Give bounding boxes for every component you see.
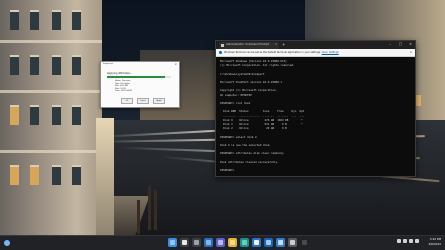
ok-button[interactable]: OK [121,98,133,104]
chevron-up-icon[interactable] [397,239,401,243]
start-icon[interactable] [168,238,177,247]
terminal-icon[interactable] [300,238,309,247]
taskbar-pinned-apps [168,238,309,247]
edge-icon-glyph [242,240,247,245]
minimize-button[interactable]: – [389,42,391,47]
mail-icon-glyph [266,240,271,245]
start-icon-glyph [170,240,175,245]
dialog-progress-bar [107,76,171,78]
clock[interactable]: 3:42 PM 4/8/2022 [428,237,441,247]
terminal-window: Administrator: Command Prompt × + – □ × … [215,40,416,177]
battery-icon[interactable] [415,239,419,243]
edge-icon[interactable] [240,238,249,247]
store-icon-glyph [254,240,259,245]
terminal-line: DISKPART> [220,169,236,173]
volume-icon[interactable] [409,239,413,243]
search-icon-glyph [182,240,187,245]
cmd-icon [221,44,224,47]
widgets-icon[interactable] [204,238,213,247]
terminal-titlebar[interactable]: Administrator: Command Prompt × + – □ × [216,41,415,49]
dialog-title: Properties [103,63,114,65]
file-explorer-icon[interactable] [228,238,237,247]
new-tab-button[interactable]: + [282,42,285,47]
store-icon[interactable] [252,238,261,247]
terminal-tab[interactable]: Administrator: Command Prompt × [219,42,279,49]
photos-icon[interactable] [276,238,285,247]
wallpaper-left-building [0,0,102,236]
search-icon[interactable] [180,238,189,247]
info-icon [219,51,222,54]
dialog-heading: Applying attributes... [107,72,133,75]
taskbar: 3:42 PM 4/8/2022 [0,235,445,250]
task-view-icon[interactable] [192,238,201,247]
wallpaper-arch [96,118,114,236]
task-view-icon-glyph [194,240,199,245]
settings-icon-glyph [290,240,295,245]
default-terminal-banner: Windows Terminal can be set as the defau… [216,49,415,57]
dialog-detail-row: Date: 2022-04-08 [115,90,132,93]
maximize-button[interactable]: □ [399,42,402,47]
banner-text: Windows Terminal can be set as the defau… [224,51,321,54]
system-tray [397,239,419,243]
terminal-tab-label: Administrator: Command Prompt [226,43,269,46]
tab-close-icon[interactable]: × [275,43,277,46]
wifi-icon[interactable] [403,239,407,243]
chat-icon[interactable] [216,238,225,247]
settings-icon[interactable] [288,238,297,247]
open-settings-link[interactable]: Open Settings [322,51,339,54]
apply-button[interactable]: Apply [153,98,165,104]
mail-icon[interactable] [264,238,273,247]
banner-close-icon[interactable]: × [409,50,412,54]
file-explorer-icon-glyph [230,240,235,245]
dialog-close-button[interactable]: × [174,63,177,66]
cancel-button[interactable]: Cancel [137,98,149,104]
close-button[interactable]: × [409,42,412,47]
terminal-icon-glyph [302,240,307,245]
widgets-icon-glyph [206,240,211,245]
weather-widget-icon[interactable] [4,240,10,246]
dialog-progress-fill [107,76,165,78]
terminal-output[interactable]: Microsoft Windows [Version 10.0.22000.61… [216,57,415,173]
clock-date: 4/8/2022 [428,242,441,246]
chat-icon-glyph [218,240,223,245]
properties-dialog: Properties × Applying attributes... Name… [100,61,180,108]
photos-icon-glyph [278,240,283,245]
